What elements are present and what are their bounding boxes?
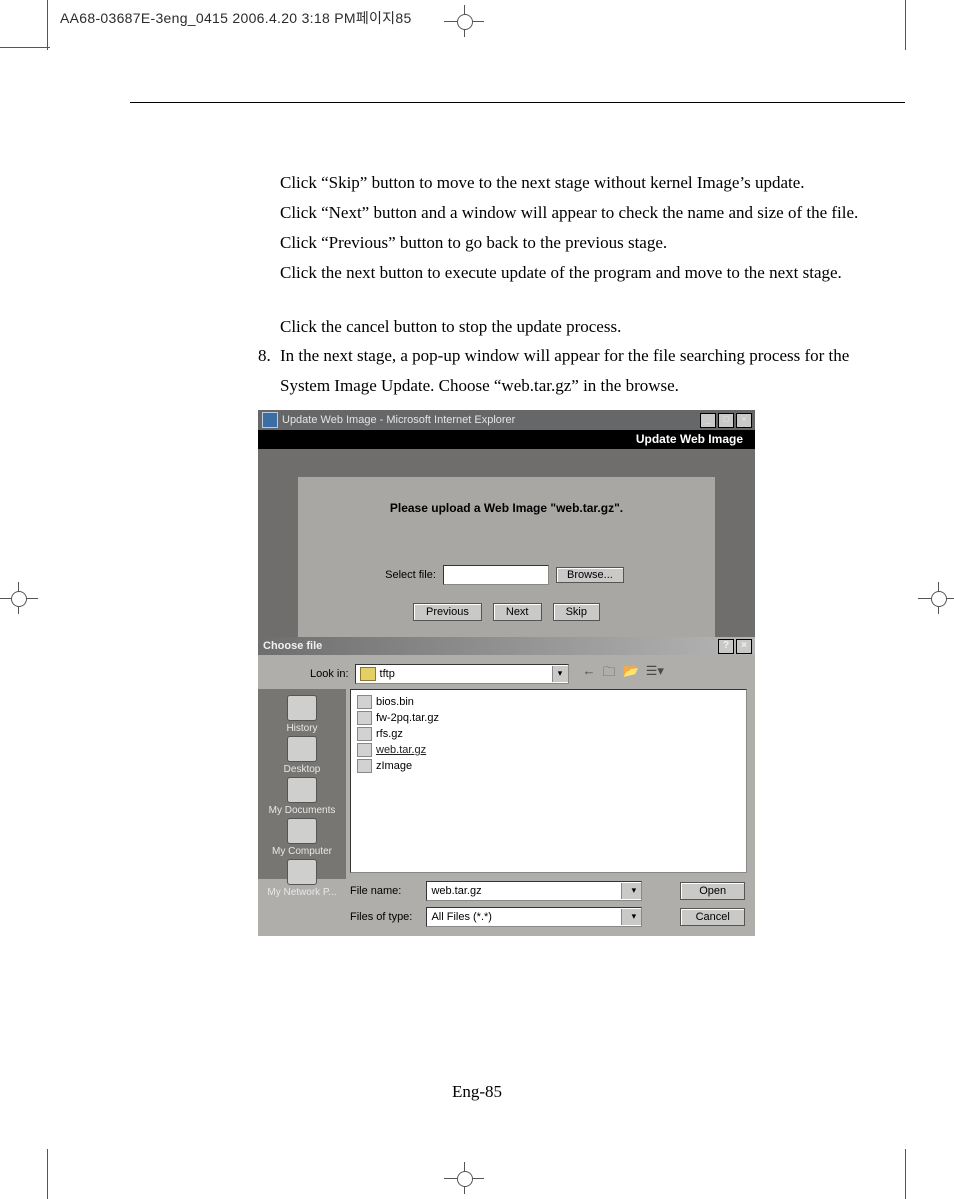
views-icon[interactable]: ☰▾ bbox=[646, 663, 664, 685]
cancel-button[interactable]: Cancel bbox=[680, 908, 745, 926]
instruction-line: Click “Previous” button to go back to th… bbox=[280, 228, 865, 258]
select-file-input[interactable] bbox=[443, 565, 549, 585]
close-button[interactable]: × bbox=[736, 639, 752, 654]
places-bar: History Desktop My Documents My Computer… bbox=[258, 689, 346, 879]
file-icon bbox=[357, 695, 372, 709]
back-icon[interactable]: ← bbox=[583, 663, 596, 685]
file-icon bbox=[357, 743, 372, 757]
documents-icon bbox=[287, 777, 317, 803]
file-icon bbox=[357, 711, 372, 725]
file-item[interactable]: zImage bbox=[357, 758, 740, 774]
crop-mark bbox=[0, 47, 50, 48]
browse-button[interactable]: Browse... bbox=[556, 567, 624, 583]
file-item[interactable]: bios.bin bbox=[357, 694, 740, 710]
print-job-header: AA68-03687E-3eng_0415 2006.4.20 3:18 PM페… bbox=[60, 8, 412, 28]
open-button[interactable]: Open bbox=[680, 882, 745, 900]
crop-mark bbox=[905, 0, 906, 50]
filename-input[interactable]: web.tar.gz▾ bbox=[426, 881, 642, 901]
upload-prompt: Please upload a Web Image "web.tar.gz". bbox=[298, 501, 715, 515]
step-text: System Image Update. Choose “web.tar.gz”… bbox=[280, 376, 679, 395]
lookin-value: tftp bbox=[380, 668, 395, 680]
dialog-title-text: Choose file bbox=[263, 640, 322, 652]
file-icon bbox=[357, 759, 372, 773]
instruction-line: Click “Skip” button to move to the next … bbox=[280, 168, 865, 198]
window-title: Update Web Image - Microsoft Internet Ex… bbox=[282, 414, 515, 426]
dialog-titlebar: Choose file ? × bbox=[258, 637, 755, 655]
ie-icon bbox=[262, 412, 278, 428]
maximize-button[interactable]: □ bbox=[718, 413, 734, 428]
crop-mark bbox=[47, 0, 48, 50]
chevron-down-icon[interactable]: ▾ bbox=[621, 883, 641, 899]
file-item[interactable]: fw-2pq.tar.gz bbox=[357, 710, 740, 726]
up-folder-icon[interactable]: 🗀 bbox=[603, 663, 616, 685]
history-icon bbox=[287, 695, 317, 721]
screenshot-update-web-image: Update Web Image - Microsoft Internet Ex… bbox=[258, 410, 755, 935]
folder-icon bbox=[360, 667, 376, 681]
instruction-line: Click the cancel button to stop the upda… bbox=[280, 312, 865, 342]
step-number: 8. bbox=[258, 341, 280, 371]
minimize-button[interactable]: _ bbox=[700, 413, 716, 428]
file-item-selected[interactable]: web.tar.gz bbox=[357, 742, 740, 758]
close-button[interactable]: × bbox=[736, 413, 752, 428]
ie-titlebar: Update Web Image - Microsoft Internet Ex… bbox=[258, 410, 755, 430]
new-folder-icon[interactable]: 📂 bbox=[623, 663, 639, 685]
page-number: Eng-85 bbox=[0, 1082, 954, 1102]
select-file-label: Select file: bbox=[385, 569, 436, 581]
previous-button[interactable]: Previous bbox=[413, 603, 482, 621]
file-list[interactable]: bios.bin fw-2pq.tar.gz rfs.gz web.tar.gz… bbox=[350, 689, 747, 873]
step-8: 8. In the next stage, a pop-up window wi… bbox=[258, 341, 878, 401]
computer-icon bbox=[287, 818, 317, 844]
places-computer[interactable]: My Computer bbox=[272, 818, 332, 857]
desktop-icon bbox=[287, 736, 317, 762]
next-button[interactable]: Next bbox=[493, 603, 542, 621]
places-history[interactable]: History bbox=[286, 695, 317, 734]
crop-mark bbox=[47, 1149, 48, 1199]
skip-button[interactable]: Skip bbox=[553, 603, 600, 621]
filename-label: File name: bbox=[350, 885, 418, 897]
chevron-down-icon[interactable]: ▾ bbox=[552, 666, 568, 682]
filetype-combo[interactable]: All Files (*.*)▾ bbox=[426, 907, 642, 927]
choose-file-dialog: Choose file ? × Look in: tftp ▾ ← 🗀 📂 ☰▾ bbox=[258, 637, 755, 936]
file-item[interactable]: rfs.gz bbox=[357, 726, 740, 742]
crop-mark bbox=[905, 1149, 906, 1199]
step-text: In the next stage, a pop-up window will … bbox=[280, 346, 849, 365]
instruction-line: Click “Next” button and a window will ap… bbox=[280, 198, 865, 228]
help-button[interactable]: ? bbox=[718, 639, 734, 654]
lookin-combo[interactable]: tftp ▾ bbox=[355, 664, 569, 684]
instruction-block: Click “Skip” button to move to the next … bbox=[280, 168, 865, 288]
lookin-label: Look in: bbox=[310, 668, 349, 680]
filetype-label: Files of type: bbox=[350, 911, 418, 923]
places-desktop[interactable]: Desktop bbox=[284, 736, 321, 775]
file-icon bbox=[357, 727, 372, 741]
places-documents[interactable]: My Documents bbox=[269, 777, 336, 816]
network-icon bbox=[287, 859, 317, 885]
header-rule bbox=[130, 102, 905, 103]
instruction-line: Click the next button to execute update … bbox=[280, 258, 865, 288]
places-network[interactable]: My Network P... bbox=[267, 859, 336, 898]
chevron-down-icon[interactable]: ▾ bbox=[621, 909, 641, 925]
page-heading-band: Update Web Image bbox=[258, 430, 755, 449]
